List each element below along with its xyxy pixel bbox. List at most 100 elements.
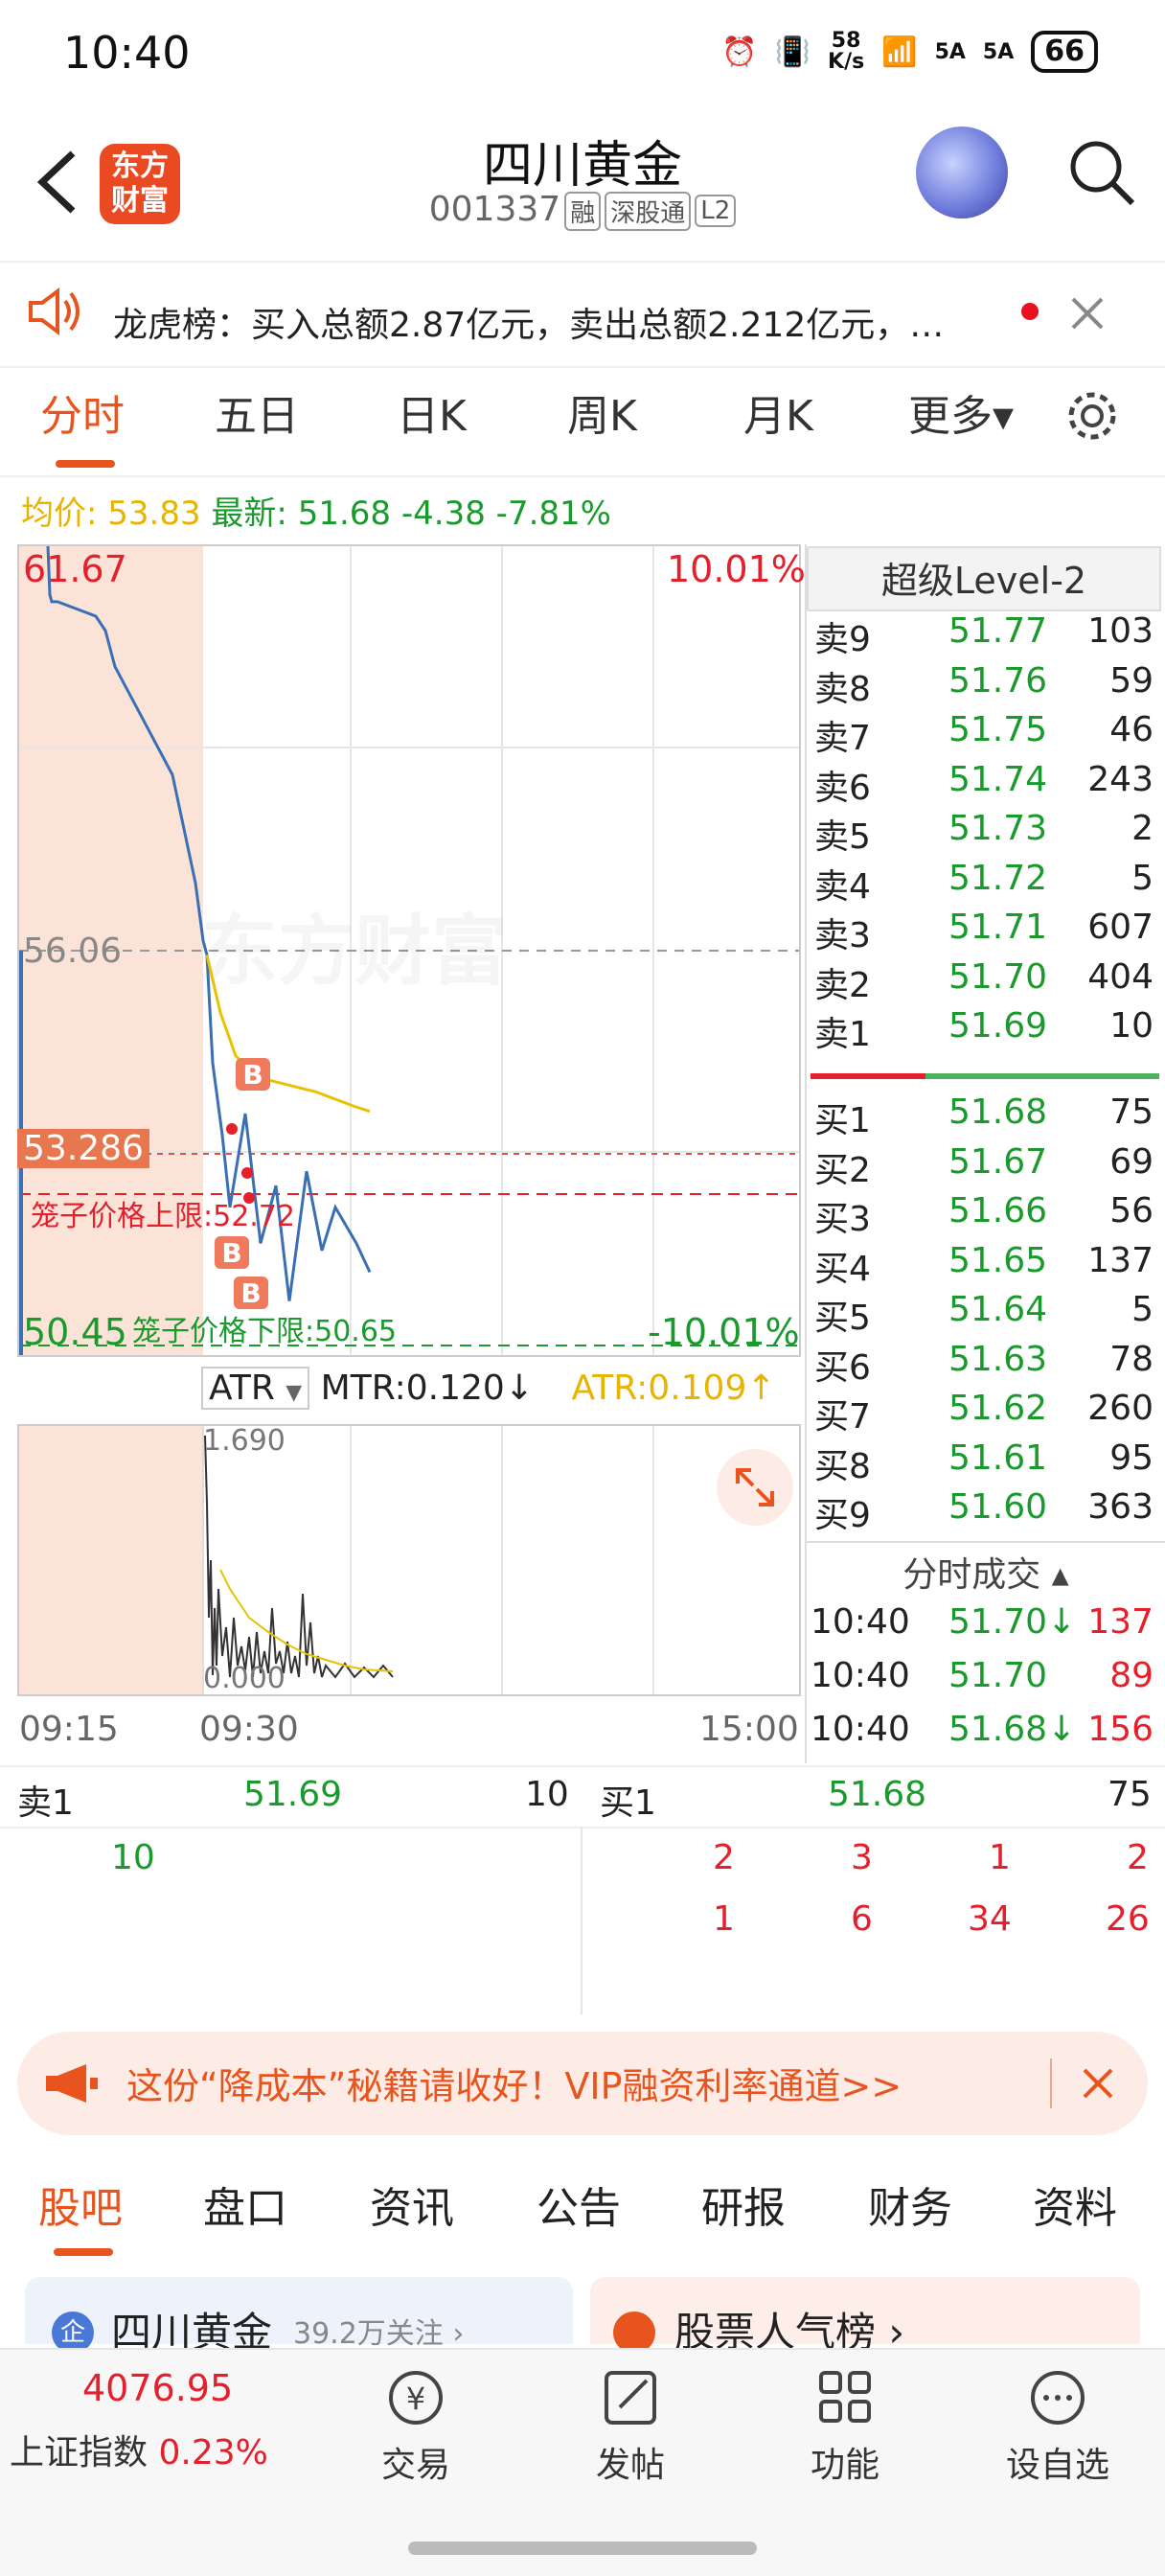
ask-level-row[interactable]: 卖7 51.75 46 xyxy=(807,710,1161,760)
indicator-chart[interactable] xyxy=(17,1424,801,1696)
ask-level-row[interactable]: 卖3 51.71 607 xyxy=(807,908,1161,957)
tab-profile[interactable]: 资料 xyxy=(1033,2174,1117,2235)
bid-level-row[interactable]: 买2 51.67 69 xyxy=(807,1142,1161,1192)
bid-level-row[interactable]: 买9 51.60 363 xyxy=(807,1487,1161,1537)
ask-level-row[interactable]: 卖6 51.74 243 xyxy=(807,760,1161,810)
b-marker[interactable]: B xyxy=(236,1058,270,1091)
tab-quotes[interactable]: 盘口 xyxy=(203,2174,287,2235)
tab-news[interactable]: 资讯 xyxy=(370,2174,454,2235)
ask-level-row[interactable]: 卖4 51.72 5 xyxy=(807,859,1161,908)
ask-price: 51.75 xyxy=(948,710,1048,749)
signal-icon-2: 5A xyxy=(982,39,1015,64)
divider xyxy=(0,1765,1165,1767)
divider xyxy=(807,1541,1165,1543)
tab-more[interactable]: 更多▾ xyxy=(908,381,1014,443)
bid-level-row[interactable]: 买7 51.62 260 xyxy=(807,1389,1161,1438)
mtr-value: MTR:0.120↓ xyxy=(320,1368,534,1408)
queue-sell-price: 51.69 xyxy=(243,1775,343,1814)
tab-forum[interactable]: 股吧 xyxy=(38,2174,123,2235)
grid-icon xyxy=(819,2371,871,2423)
queue-buy-price: 51.68 xyxy=(828,1775,927,1814)
buy-queue-order: 6 xyxy=(851,1899,873,1939)
tab-finance[interactable]: 财务 xyxy=(868,2174,952,2235)
intraday-chart[interactable]: 东方财富 B B B xyxy=(17,544,801,1357)
bid-price: 51.61 xyxy=(948,1438,1048,1478)
dropdown-icon: ▼ xyxy=(286,1381,303,1405)
time-close: 15:00 xyxy=(699,1710,799,1749)
bid-level-label: 买9 xyxy=(814,1496,871,1535)
bid-price: 51.66 xyxy=(948,1191,1048,1230)
nav-post[interactable]: 发帖 xyxy=(554,2367,707,2487)
ask-level-row[interactable]: 卖5 51.73 2 xyxy=(807,809,1161,859)
nav-post-label: 发帖 xyxy=(595,2446,665,2485)
ask-level-row[interactable]: 卖2 51.70 404 xyxy=(807,957,1161,1007)
indicator-select[interactable]: ATR ▼ xyxy=(201,1367,310,1410)
ask-volume: 59 xyxy=(1109,660,1154,701)
nav-functions[interactable]: 功能 xyxy=(768,2367,922,2487)
bid-level-row[interactable]: 买5 51.64 5 xyxy=(807,1290,1161,1340)
settings-gear-icon[interactable] xyxy=(1063,387,1121,445)
expand-button[interactable] xyxy=(717,1449,793,1526)
bid-level-row[interactable]: 买4 51.65 137 xyxy=(807,1241,1161,1291)
trade-row[interactable]: 10:40 51.70 89 xyxy=(807,1656,1161,1706)
close-banner-icon[interactable] xyxy=(1083,2068,1113,2099)
trade-volume: 137 xyxy=(1087,1602,1154,1642)
search-button[interactable] xyxy=(1063,134,1140,211)
sub-tab-underline xyxy=(54,2248,113,2256)
trade-volume: 156 xyxy=(1087,1710,1154,1749)
ask-price: 51.72 xyxy=(948,858,1048,898)
ask-level-row[interactable]: 卖1 51.69 10 xyxy=(807,1006,1161,1056)
tab-weekly-k[interactable]: 周K xyxy=(567,381,637,443)
ask-level-label: 卖1 xyxy=(814,1015,871,1054)
nav-watchlist[interactable]: 设自选 xyxy=(981,2367,1134,2487)
tab-intraday[interactable]: 分时 xyxy=(40,381,125,443)
ask-level-label: 卖5 xyxy=(814,817,871,857)
nav-trade[interactable]: ¥ 交易 xyxy=(339,2367,492,2487)
trade-row[interactable]: 10:40 51.70↓ 137 xyxy=(807,1602,1161,1652)
tab-daily-k[interactable]: 日K xyxy=(397,381,467,443)
bid-price: 51.64 xyxy=(948,1290,1048,1329)
mtr-line xyxy=(204,1435,394,1679)
ask-volume: 46 xyxy=(1109,710,1154,749)
chart-min-price: 50.45 xyxy=(23,1311,127,1353)
bid-volume: 363 xyxy=(1087,1487,1154,1527)
assistant-avatar[interactable] xyxy=(916,126,1008,218)
buy-levels: 买1 51.68 75 买2 51.67 69 买3 51.66 56 买4 51.65 137 买5 5… xyxy=(807,1092,1165,1552)
buy-queue-order: 34 xyxy=(968,1899,1012,1939)
index-value[interactable]: 4076.95 xyxy=(82,2367,233,2409)
home-indicator[interactable] xyxy=(408,2542,757,2555)
atr-value: ATR:0.109↑ xyxy=(571,1368,776,1408)
ask-level-row[interactable]: 卖9 51.77 103 xyxy=(807,611,1161,661)
index-name[interactable]: 上证指数 0.23% xyxy=(10,2425,268,2474)
bid-level-label: 买8 xyxy=(814,1446,871,1486)
bid-price: 51.63 xyxy=(948,1339,1048,1379)
tab-monthly-k[interactable]: 月K xyxy=(743,381,813,443)
close-icon[interactable] xyxy=(1069,295,1106,332)
b-marker[interactable]: B xyxy=(215,1236,249,1269)
chart-max-pct: 10.01% xyxy=(667,548,806,590)
b-marker-label: B xyxy=(242,1059,263,1091)
tab-research[interactable]: 研报 xyxy=(701,2174,786,2235)
bid-level-row[interactable]: 买1 51.68 75 xyxy=(807,1092,1161,1142)
bid-price: 51.68 xyxy=(948,1092,1048,1132)
bid-level-row[interactable]: 买3 51.66 56 xyxy=(807,1191,1161,1241)
b-marker[interactable]: B xyxy=(234,1276,268,1309)
ask-volume: 404 xyxy=(1087,956,1154,997)
ratio-bar-sell xyxy=(811,1073,925,1079)
bid-level-row[interactable]: 买6 51.63 78 xyxy=(807,1340,1161,1390)
trades-title[interactable]: 分时成交 ▴ xyxy=(807,1547,1165,1597)
ask-price: 51.70 xyxy=(948,956,1048,997)
nav-trade-label: 交易 xyxy=(380,2446,450,2485)
trade-row[interactable]: 10:40 51.68↓ 156 xyxy=(807,1710,1161,1760)
bid-level-row[interactable]: 买8 51.61 95 xyxy=(807,1438,1161,1488)
time-start: 09:15 xyxy=(19,1710,119,1749)
tab-announcements[interactable]: 公告 xyxy=(537,2174,621,2235)
buy-queue-order: 2 xyxy=(713,1838,735,1877)
order-book-title[interactable]: 超级Level-2 xyxy=(807,546,1161,611)
queue-sell-vol: 10 xyxy=(525,1775,569,1814)
ask-level-row[interactable]: 卖8 51.76 59 xyxy=(807,661,1161,711)
tab-five-day[interactable]: 五日 xyxy=(215,381,299,443)
trade-time: 10:40 xyxy=(811,1602,910,1642)
indicator-chart-svg xyxy=(19,1426,654,1694)
more-dots-icon xyxy=(1031,2371,1085,2425)
